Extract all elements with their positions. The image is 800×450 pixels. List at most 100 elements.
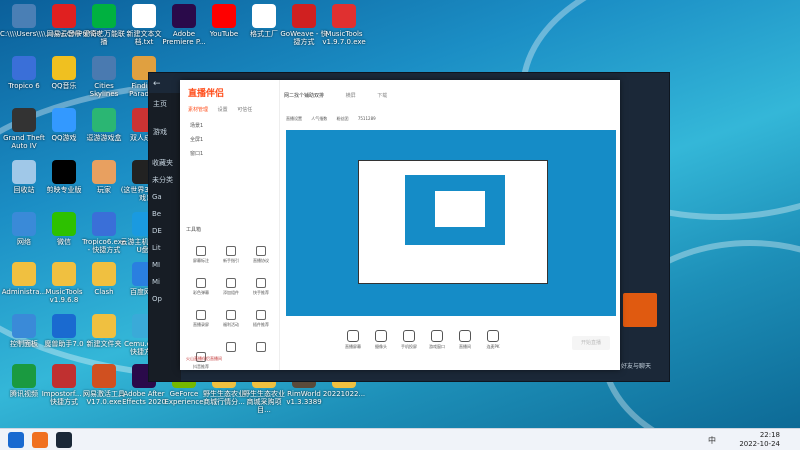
netease-music-icon <box>52 4 76 28</box>
go-live-button[interactable]: 开始直播 <box>572 336 610 350</box>
source-label: 连麦PK <box>486 344 500 349</box>
toolbox-tool[interactable]: 插件推荐 <box>246 304 276 336</box>
toolbox-tool[interactable]: 快手推荐 <box>246 272 276 304</box>
steam-library-item[interactable]: Op <box>152 293 178 306</box>
tool-label: 插件推荐 <box>253 322 269 327</box>
source-button[interactable]: 手机投屏 <box>394 330 424 350</box>
steam-library-item[interactable]: 未分类 <box>152 174 178 187</box>
scene-item[interactable]: 场景1 <box>190 122 203 129</box>
nested-preview-window <box>358 160 548 284</box>
tool-label: 抖音推荐 <box>193 364 209 369</box>
toolbox-tool[interactable] <box>246 336 276 368</box>
steam-library-sidebar[interactable]: 主页 游戏 收藏夹未分类 Ga Be DE Lit MI Mi Op <box>149 93 181 381</box>
tab-trusted[interactable]: 可信任 <box>237 107 252 113</box>
live-topbar: 网二找个铺助双排 横屏 下载 <box>280 80 620 108</box>
source-button[interactable]: 游戏窗口 <box>422 330 452 350</box>
toolbox-tool[interactable]: 抖音推荐 <box>186 346 216 378</box>
source-button[interactable]: 直播间 <box>450 330 480 350</box>
activator-icon <box>92 364 116 388</box>
toolbox-tool[interactable]: 直播协议 <box>246 240 276 272</box>
scene-item[interactable]: 窗口1 <box>190 150 203 157</box>
input-language-indicator[interactable]: 中 <box>708 435 716 446</box>
new-folder-icon <box>92 314 116 338</box>
steam-library-item[interactable]: MI <box>152 259 178 272</box>
network-icon <box>12 212 36 236</box>
admin-folder-icon <box>12 262 36 286</box>
tool-icon <box>256 310 266 320</box>
steam-library-item[interactable]: Mi <box>152 276 178 289</box>
source-icon <box>403 330 415 342</box>
subbar-item[interactable]: 粉丝团 <box>337 116 349 121</box>
toolbox-tool[interactable]: 福利活动 <box>216 304 246 336</box>
tool-icon <box>226 278 236 288</box>
steam-library-item[interactable]: DE <box>152 225 178 238</box>
steam-library-item[interactable]: Be <box>152 208 178 221</box>
format-factory-icon <box>252 4 276 28</box>
toolbox-tool[interactable]: 屏幕标注 <box>186 240 216 272</box>
subbar-item[interactable]: 人气指数 <box>311 116 327 121</box>
steam-library-item[interactable]: 收藏夹 <box>152 157 178 170</box>
toolbox-title: 工具箱 <box>186 227 202 233</box>
clock-date: 2022-10-24 <box>739 440 780 448</box>
live-main-panel: 网二找个铺助双排 横屏 下载 直播设置 人气指数 粉丝团 7511289 开始直… <box>280 80 620 370</box>
steam-friends-label[interactable]: 好友与聊天 <box>621 361 661 370</box>
download-menu[interactable]: 下载 <box>377 93 387 99</box>
tab-settings[interactable]: 设置 <box>218 107 228 113</box>
taskbar-clock[interactable]: 22:18 2022-10-24 <box>739 431 780 449</box>
control-panel-icon <box>12 314 36 338</box>
toolbox-tool[interactable]: 添加组件 <box>216 272 246 304</box>
tool-label: 福利活动 <box>223 322 239 327</box>
taskbar: 中 22:18 2022-10-24 <box>0 428 800 450</box>
tab-material[interactable]: 素材管理 <box>188 107 208 113</box>
steam-library-item[interactable]: Lit <box>152 242 178 255</box>
qq-music-icon <box>52 56 76 80</box>
wow-helper-icon <box>52 314 76 338</box>
toolbox-tool[interactable]: 彩色弹幕 <box>186 272 216 304</box>
tropico-exe-icon <box>92 212 116 236</box>
live-companion-taskbar-icon[interactable] <box>32 432 48 448</box>
desktop-icon-label: 20221022... <box>322 390 366 398</box>
scene-item[interactable]: 全屏1 <box>190 136 203 143</box>
steam-home-link[interactable]: 主页 <box>153 99 177 109</box>
tool-label: 新手指引 <box>223 258 239 263</box>
live-bottom-toolbar: 开始直播 直播屏幕 摄像头 手机投屏 游戏窗口 直播间 连麦PK <box>286 324 616 364</box>
windows-start-icon[interactable] <box>8 432 24 448</box>
steam-right-panel: 好友与聊天 <box>617 93 669 381</box>
source-label: 游戏窗口 <box>429 344 445 349</box>
premiere-icon <box>172 4 196 28</box>
steam-taskbar-icon[interactable] <box>56 432 72 448</box>
toolbox-tool[interactable]: 直播录屏 <box>186 304 216 336</box>
tool-icon <box>226 246 236 256</box>
cities-icon <box>92 56 116 80</box>
musictools-folder-icon <box>52 262 76 286</box>
source-icon <box>459 330 471 342</box>
tool-icon <box>196 246 206 256</box>
live-subbar: 直播设置 人气指数 粉丝团 7511289 <box>286 116 376 122</box>
steam-game-thumbnail[interactable] <box>623 293 657 327</box>
tool-icon <box>256 278 266 288</box>
steam-library-item[interactable]: Ga <box>152 191 178 204</box>
nested-preview-deep <box>435 191 485 227</box>
toolbox-tool[interactable]: 新手指引 <box>216 240 246 272</box>
source-button[interactable]: 连麦PK <box>478 330 508 350</box>
live-room-title[interactable]: 网二找个铺助双排 <box>284 93 324 99</box>
qq-game-icon <box>52 108 76 132</box>
subbar-item[interactable]: 直播设置 <box>286 116 302 121</box>
tool-label: 直播录屏 <box>193 322 209 327</box>
tool-icon <box>226 342 236 352</box>
orientation-menu[interactable]: 横屏 <box>346 93 356 99</box>
live-preview-canvas[interactable] <box>286 130 616 316</box>
source-button[interactable]: 直播屏幕 <box>338 330 368 350</box>
tool-label: 添加组件 <box>223 290 239 295</box>
tool-icon <box>196 310 206 320</box>
steam-back-button[interactable]: ← <box>153 79 161 89</box>
toolbox-tool[interactable] <box>216 336 246 368</box>
player-icon <box>92 160 116 184</box>
source-button[interactable]: 摄像头 <box>366 330 396 350</box>
viewer-count: 7511289 <box>357 116 376 121</box>
desktop-icon[interactable]: MusicTools v1.9.7.0.exe <box>320 4 368 46</box>
steam-games-link[interactable]: 游戏 <box>153 127 177 137</box>
live-companion-window[interactable]: 直播伴侣 素材管理 设置 可信任 场景1 全屏1 窗口1 工具箱 屏幕标注 新手指… <box>180 80 620 370</box>
source-icon <box>487 330 499 342</box>
source-label: 摄像头 <box>375 344 387 349</box>
